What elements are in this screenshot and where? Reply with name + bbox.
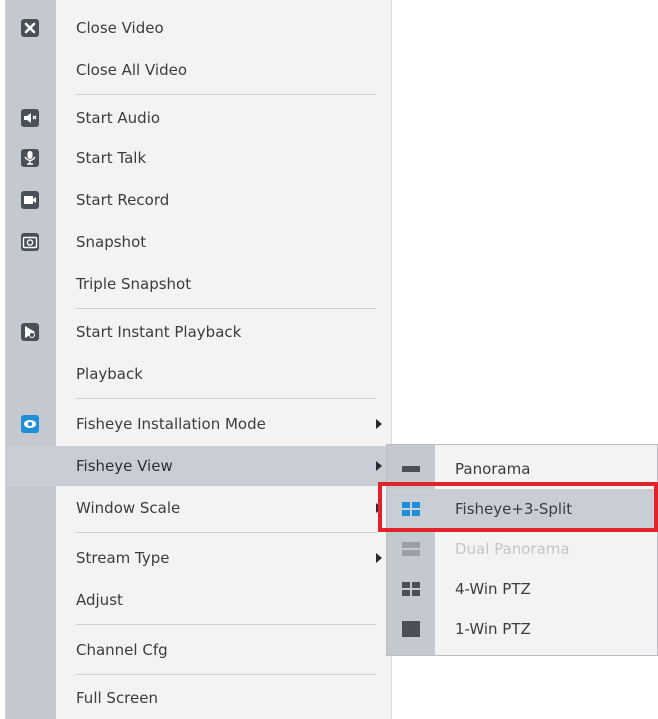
submenu-item-label: 1-Win PTZ <box>455 620 531 638</box>
menu-item-snapshot[interactable]: Snapshot <box>6 222 391 262</box>
fisheye-view-submenu: Panorama Fisheye+3-Split Dual Panorama 4… <box>386 444 658 656</box>
menu-item-label: Snapshot <box>76 233 147 251</box>
submenu-item-4-win-ptz[interactable]: 4-Win PTZ <box>387 569 658 609</box>
menu-item-label: Fisheye Installation Mode <box>76 415 266 433</box>
menu-item-label: Full Screen <box>76 689 158 707</box>
menu-item-start-talk[interactable]: Start Talk <box>6 138 391 178</box>
menu-item-window-scale[interactable]: Window Scale <box>6 488 391 528</box>
panorama-icon <box>402 466 420 472</box>
menu-item-label: Start Record <box>76 191 170 209</box>
menu-item-full-screen[interactable]: Full Screen <box>6 678 391 718</box>
menu-item-fisheye-view[interactable]: Fisheye View <box>6 446 391 486</box>
menu-item-label: Triple Snapshot <box>76 275 192 293</box>
four-window-icon <box>402 582 420 596</box>
menu-item-label: Stream Type <box>76 549 170 567</box>
menu-item-start-record[interactable]: Start Record <box>6 180 391 220</box>
dual-panorama-icon <box>402 542 420 556</box>
menu-separator <box>76 624 376 625</box>
camera-icon <box>21 233 39 251</box>
submenu-item-label: 4-Win PTZ <box>455 580 531 598</box>
close-icon <box>21 19 39 37</box>
instant-playback-icon <box>21 323 39 341</box>
menu-item-label: Start Audio <box>76 109 161 127</box>
context-menu: Close Video Close All Video Start Audio … <box>5 0 392 719</box>
submenu-item-label: Dual Panorama <box>455 540 570 558</box>
menu-item-adjust[interactable]: Adjust <box>6 580 391 620</box>
menu-separator <box>76 532 376 533</box>
menu-separator <box>76 674 376 675</box>
submenu-item-dual-panorama: Dual Panorama <box>387 529 658 569</box>
menu-item-label: Start Talk <box>76 149 147 167</box>
speaker-icon <box>21 109 39 127</box>
menu-separator <box>76 398 376 399</box>
submenu-item-1-win-ptz[interactable]: 1-Win PTZ <box>387 609 658 649</box>
menu-item-label: Fisheye View <box>76 457 173 475</box>
menu-item-triple-snapshot[interactable]: Triple Snapshot <box>6 264 391 304</box>
submenu-arrow-icon <box>376 461 382 471</box>
menu-item-close-all-video[interactable]: Close All Video <box>6 50 391 90</box>
menu-item-playback[interactable]: Playback <box>6 354 391 394</box>
menu-item-label: Close All Video <box>76 61 188 79</box>
menu-item-channel-cfg[interactable]: Channel Cfg <box>6 630 391 670</box>
microphone-icon <box>21 149 39 167</box>
menu-item-label: Window Scale <box>76 499 181 517</box>
menu-item-stream-type[interactable]: Stream Type <box>6 538 391 578</box>
one-window-icon <box>402 621 420 637</box>
menu-item-label: Playback <box>76 365 143 383</box>
menu-separator <box>76 94 376 95</box>
menu-item-label: Adjust <box>76 591 123 609</box>
submenu-arrow-icon <box>376 419 382 429</box>
menu-item-start-audio[interactable]: Start Audio <box>6 98 391 138</box>
menu-item-label: Start Instant Playback <box>76 323 242 341</box>
menu-separator <box>76 308 376 309</box>
menu-item-close-video[interactable]: Close Video <box>6 8 391 48</box>
menu-item-label: Channel Cfg <box>76 641 168 659</box>
submenu-arrow-icon <box>376 553 382 563</box>
menu-item-start-instant-playback[interactable]: Start Instant Playback <box>6 312 391 352</box>
record-icon <box>21 191 39 209</box>
menu-item-label: Close Video <box>76 19 164 37</box>
highlight-annotation-box <box>378 482 658 532</box>
fisheye-icon <box>21 415 39 433</box>
menu-item-fisheye-installation-mode[interactable]: Fisheye Installation Mode <box>6 404 391 444</box>
